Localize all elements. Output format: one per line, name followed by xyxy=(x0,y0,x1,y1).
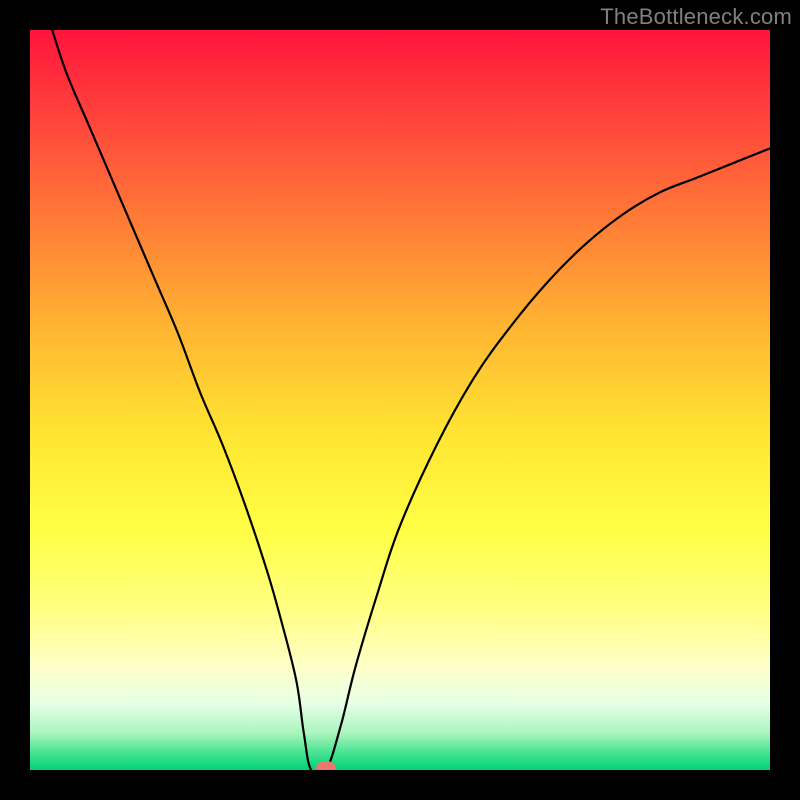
chart-container: TheBottleneck.com xyxy=(0,0,800,800)
plot-area xyxy=(30,30,770,770)
watermark-text: TheBottleneck.com xyxy=(600,4,792,30)
bottleneck-curve xyxy=(52,30,770,770)
curve-layer xyxy=(30,30,770,770)
optimum-marker xyxy=(316,761,336,770)
